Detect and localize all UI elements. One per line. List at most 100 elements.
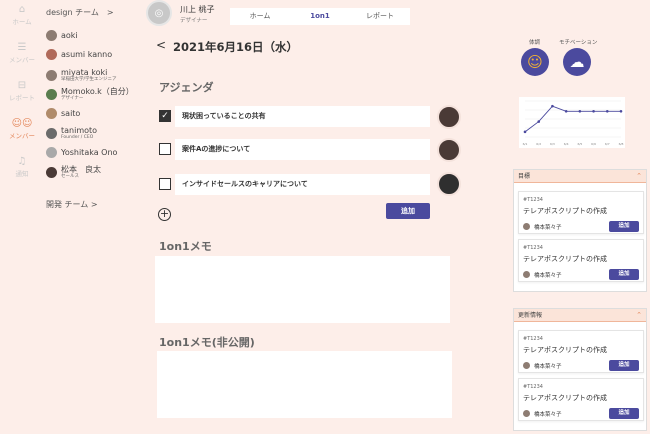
task-id: #T1234 xyxy=(523,384,543,390)
logo-icon: ◎ xyxy=(154,7,164,19)
header-user-name: 川上 桃子 xyxy=(180,5,215,14)
member-item[interactable]: aoki xyxy=(46,26,78,44)
avatar xyxy=(46,69,57,81)
tab-1on1[interactable]: 1on1 xyxy=(290,8,350,25)
updates-card-header[interactable]: 更新情報 ⌃ xyxy=(514,309,646,322)
task-assignee: 橋本菜々子 xyxy=(534,273,562,279)
member-item[interactable]: Yoshitaka Ono xyxy=(46,143,117,161)
back-button[interactable]: < xyxy=(156,38,166,52)
member-item[interactable]: Momoko.k（自分） デザイナー xyxy=(46,85,134,103)
agenda-item[interactable]: 案件Aの進捗について xyxy=(175,139,430,160)
updates-title: 更新情報 xyxy=(518,312,543,319)
add-agenda-button[interactable]: 追加 xyxy=(386,203,430,219)
nav-report-label: レポート xyxy=(9,94,35,102)
tab-report[interactable]: レポート xyxy=(350,8,410,25)
avatar xyxy=(523,271,530,278)
chart-point xyxy=(592,109,595,113)
nav-member-list-label: メンバー xyxy=(9,56,35,64)
memo-title: 1on1メモ xyxy=(159,240,212,253)
design-team-header[interactable]: design チーム > xyxy=(46,7,114,18)
avatar xyxy=(523,223,530,230)
chart-point xyxy=(551,104,554,108)
avatar xyxy=(46,29,57,41)
task-add-button[interactable]: 追加 xyxy=(609,360,639,371)
chart-point xyxy=(564,109,568,113)
member-name: miyata koki xyxy=(61,67,108,77)
member-item[interactable]: asumi kanno xyxy=(46,45,112,63)
check-icon: ✓ xyxy=(161,110,169,121)
agenda-checkbox[interactable] xyxy=(159,178,171,190)
task-title: テレアポスクリプトの作成 xyxy=(523,255,607,263)
chart-x-tick-label: 6/6 xyxy=(591,142,596,146)
task-card[interactable]: #T1234 テレアポスクリプトの作成 橋本菜々子 追加 xyxy=(518,330,644,373)
condition-chart: 6/1 6/2 6/3 6/4 6/5 6/6 6/7 6/8 xyxy=(519,97,625,148)
avatar xyxy=(46,166,57,178)
page-date: 2021年6月16日（水） xyxy=(173,40,299,54)
nav-members-label: メンバー xyxy=(9,132,35,140)
private-memo-field[interactable] xyxy=(157,351,452,418)
task-card[interactable]: #T1234 テレアポスクリプトの作成 橋本菜々子 追加 xyxy=(518,191,644,234)
agenda-title: アジェンダ xyxy=(159,81,214,94)
member-item[interactable]: 松本 良太 セールス xyxy=(46,163,101,181)
main-tabs: ホーム 1on1 レポート xyxy=(230,8,410,25)
nav-notifications[interactable]: ♫ 通知 xyxy=(4,156,40,178)
member-name: Momoko.k（自分） xyxy=(61,86,134,96)
dev-team-header[interactable]: 開発 チーム > xyxy=(46,199,98,210)
chevron-up-icon[interactable]: ⌃ xyxy=(636,309,642,322)
goals-title: 目標 xyxy=(518,173,531,180)
memo-field[interactable] xyxy=(155,256,450,323)
agenda-checkbox[interactable] xyxy=(159,143,171,155)
header-user-role: デザイナー xyxy=(180,18,208,24)
chart-point xyxy=(619,109,623,113)
report-icon: ⊟ xyxy=(17,80,27,91)
chevron-up-icon[interactable]: ⌃ xyxy=(636,170,642,183)
nav-home[interactable]: ⌂ ホーム xyxy=(4,4,40,26)
member-item[interactable]: tanimoto Founder / CEO xyxy=(46,124,97,142)
user-avatar[interactable]: ◎ xyxy=(146,0,172,26)
motivation-label: モチベーション xyxy=(559,40,598,46)
chart-point xyxy=(537,120,541,123)
chart-x-tick-label: 6/3 xyxy=(550,142,555,146)
chart-x-tick-label: 6/1 xyxy=(523,142,528,146)
nav-member-list[interactable]: ☰ メンバー xyxy=(4,42,40,64)
member-name: tanimoto xyxy=(61,125,98,135)
chart-x-tick-label: 6/7 xyxy=(605,142,610,146)
goals-card-header[interactable]: 目標 ⌃ xyxy=(514,170,646,183)
avatar xyxy=(46,48,57,60)
private-memo-title: 1on1メモ(非公開) xyxy=(159,336,255,349)
nav-report[interactable]: ⊟ レポート xyxy=(4,80,40,102)
chart-point xyxy=(605,109,609,113)
member-item[interactable]: saito xyxy=(46,104,80,122)
nav-home-label: ホーム xyxy=(12,18,32,26)
goals-card: 目標 ⌃ #T1234 テレアポスクリプトの作成 橋本菜々子 追加 #T1234… xyxy=(513,169,647,292)
cloud-sun-icon: ☁ xyxy=(569,53,585,71)
tab-home[interactable]: ホーム xyxy=(230,8,290,25)
task-id: #T1234 xyxy=(523,197,543,203)
member-name: aoki xyxy=(61,30,78,40)
avatar xyxy=(46,127,57,139)
member-item[interactable]: miyata koki 早稲田大学/学生エンジニア xyxy=(46,66,117,84)
agenda-item[interactable]: インサイドセールスのキャリアについて xyxy=(175,174,430,195)
task-assignee: 橋本菜々子 xyxy=(534,364,562,370)
task-card[interactable]: #T1234 テレアポスクリプトの作成 橋本菜々子 追加 xyxy=(518,378,644,421)
agenda-checkbox[interactable]: ✓ xyxy=(159,110,171,122)
task-id: #T1234 xyxy=(523,245,543,251)
members-icon: ☺☺ xyxy=(11,118,33,129)
add-agenda-icon[interactable]: + xyxy=(158,208,171,221)
avatar xyxy=(523,362,530,369)
motivation-indicator: ☁ xyxy=(563,48,591,76)
agenda-item[interactable]: 現状困っていることの共有 xyxy=(175,106,430,127)
chart-point xyxy=(578,109,582,113)
nav-members[interactable]: ☺☺ メンバー xyxy=(4,118,40,140)
agenda-assignee-avatar xyxy=(437,105,461,129)
chart-point xyxy=(523,130,527,134)
task-add-button[interactable]: 追加 xyxy=(609,408,639,419)
task-card[interactable]: #T1234 テレアポスクリプトの作成 橋本菜々子 追加 xyxy=(518,239,644,282)
chart-x-tick-label: 6/8 xyxy=(619,142,624,146)
member-name: asumi kanno xyxy=(61,49,113,59)
task-add-button[interactable]: 追加 xyxy=(609,269,639,280)
member-name: saito xyxy=(61,108,81,118)
task-add-button[interactable]: 追加 xyxy=(609,221,639,232)
chart-x-tick-label: 6/5 xyxy=(577,142,582,146)
member-name: Yoshitaka Ono xyxy=(61,147,118,157)
